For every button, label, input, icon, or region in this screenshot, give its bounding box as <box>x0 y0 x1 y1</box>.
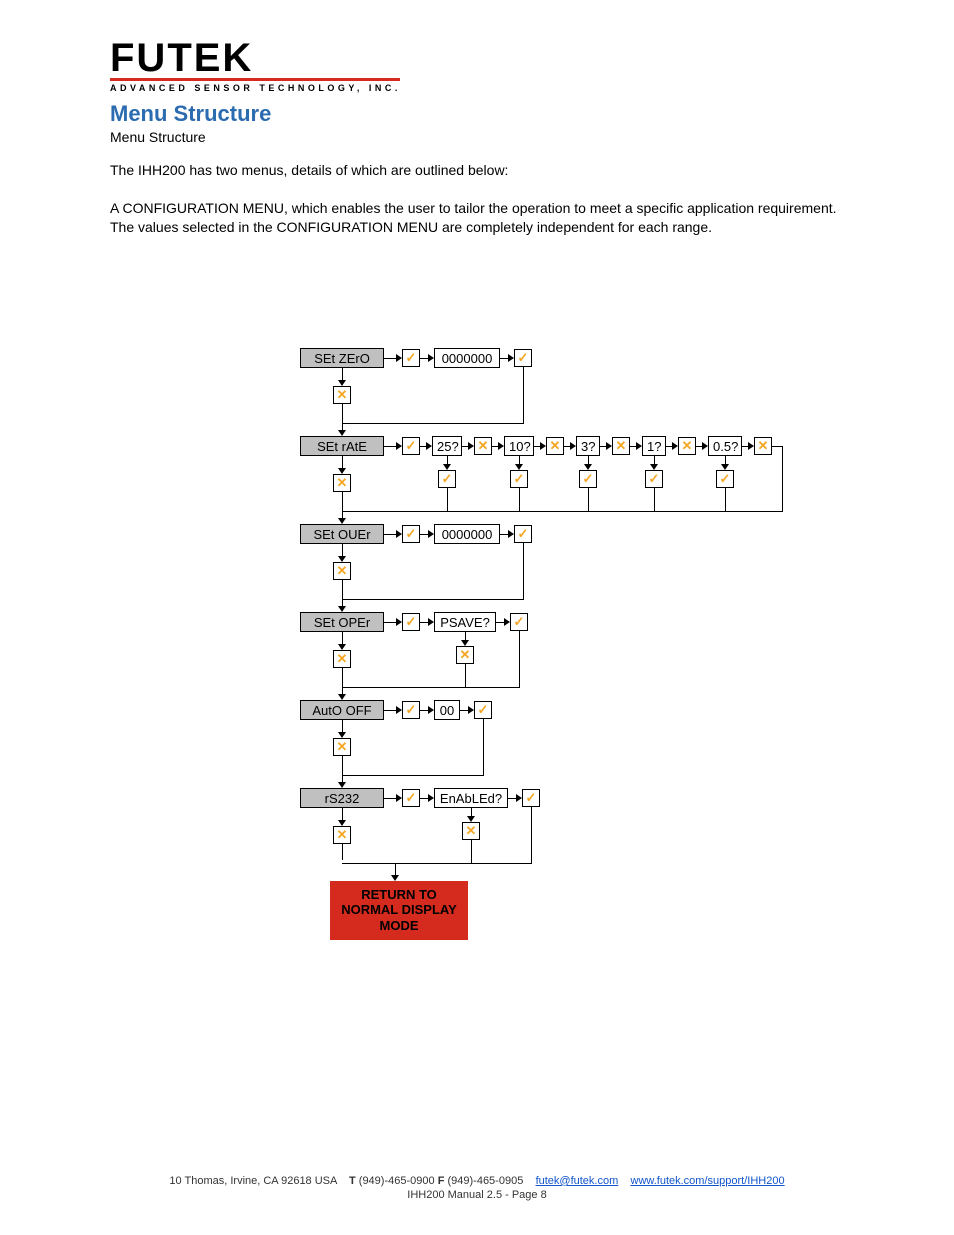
footer-fax-label: F <box>438 1175 445 1187</box>
footer-tel-label: T <box>349 1175 356 1187</box>
cross-icon: ✕ <box>754 437 772 455</box>
return-box: RETURN TO NORMAL DISPLAY MODE <box>330 881 468 940</box>
check-icon: ✓ <box>402 349 420 367</box>
check-icon: ✓ <box>402 437 420 455</box>
cross-icon: ✕ <box>333 826 351 844</box>
section-subheading: Menu Structure <box>110 129 854 145</box>
cross-icon: ✕ <box>678 437 696 455</box>
footer-line-1: 10 Thomas, Irvine, CA 92618 USA T (949)-… <box>0 1175 954 1187</box>
menu-set-rate: SEt rAtE <box>300 436 384 456</box>
check-icon: ✓ <box>514 349 532 367</box>
page: FUTEK ADVANCED SENSOR TECHNOLOGY, INC. M… <box>0 0 954 1235</box>
check-icon: ✓ <box>474 701 492 719</box>
menu-set-oper: SEt OPEr <box>300 612 384 632</box>
check-icon: ✓ <box>579 470 597 488</box>
check-icon: ✓ <box>402 789 420 807</box>
footer-email-link[interactable]: futek@futek.com <box>536 1175 619 1187</box>
value-rs232: EnAbLEd? <box>434 788 508 808</box>
menu-set-zero: SEt ZErO <box>300 348 384 368</box>
check-icon: ✓ <box>514 525 532 543</box>
intro-paragraph: The IHH200 has two menus, details of whi… <box>110 161 850 181</box>
footer-line-2: IHH200 Manual 2.5 - Page 8 <box>0 1189 954 1201</box>
cross-icon: ✕ <box>333 738 351 756</box>
check-icon: ✓ <box>510 613 528 631</box>
cross-icon: ✕ <box>456 646 474 664</box>
menu-auto-off: AutO OFF <box>300 700 384 720</box>
cross-icon: ✕ <box>462 822 480 840</box>
check-icon: ✓ <box>402 613 420 631</box>
rate-option-1: 1? <box>642 436 666 456</box>
check-icon: ✓ <box>522 789 540 807</box>
footer-fax: (949)-465-0905 <box>447 1175 523 1187</box>
footer-url-link[interactable]: www.futek.com/support/IHH200 <box>631 1175 785 1187</box>
check-icon: ✓ <box>510 470 528 488</box>
menu-set-ouer: SEt OUEr <box>300 524 384 544</box>
check-icon: ✓ <box>402 525 420 543</box>
cross-icon: ✕ <box>333 474 351 492</box>
logo-tagline: ADVANCED SENSOR TECHNOLOGY, INC. <box>110 83 854 93</box>
rate-option-25: 25? <box>432 436 462 456</box>
menu-flowchart: SEt ZErO ✓ 0000000 ✓ ✕ SEt rAtE ✓ 25? ✕ … <box>300 348 800 968</box>
cross-icon: ✕ <box>333 650 351 668</box>
value-set-zero: 0000000 <box>434 348 500 368</box>
check-icon: ✓ <box>716 470 734 488</box>
check-icon: ✓ <box>438 470 456 488</box>
footer-tel: (949)-465-0900 <box>359 1175 435 1187</box>
cross-icon: ✕ <box>474 437 492 455</box>
section-heading: Menu Structure <box>110 101 854 127</box>
rate-option-3: 3? <box>576 436 600 456</box>
cross-icon: ✕ <box>333 386 351 404</box>
value-set-oper: PSAVE? <box>434 612 496 632</box>
cross-icon: ✕ <box>546 437 564 455</box>
check-icon: ✓ <box>645 470 663 488</box>
rate-option-05: 0.5? <box>708 436 742 456</box>
value-set-ouer: 0000000 <box>434 524 500 544</box>
rate-option-10: 10? <box>504 436 534 456</box>
logo: FUTEK ADVANCED SENSOR TECHNOLOGY, INC. <box>110 40 854 93</box>
cross-icon: ✕ <box>612 437 630 455</box>
footer: 10 Thomas, Irvine, CA 92618 USA T (949)-… <box>0 1175 954 1201</box>
check-icon: ✓ <box>402 701 420 719</box>
cross-icon: ✕ <box>333 562 351 580</box>
config-menu-paragraph: A CONFIGURATION MENU, which enables the … <box>110 199 850 238</box>
value-auto-off: 00 <box>434 700 460 720</box>
logo-text: FUTEK <box>110 40 854 76</box>
menu-rs232: rS232 <box>300 788 384 808</box>
footer-address: 10 Thomas, Irvine, CA 92618 USA <box>169 1175 336 1187</box>
